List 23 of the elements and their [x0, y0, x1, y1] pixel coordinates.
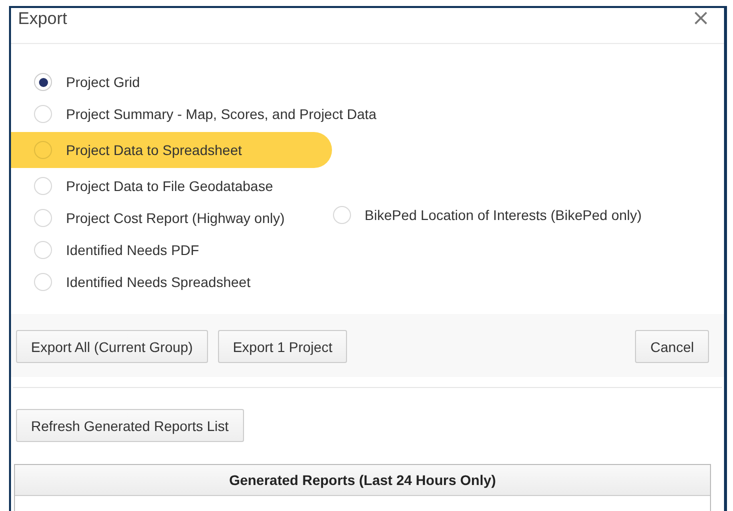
cancel-button[interactable]: Cancel [635, 330, 709, 363]
refresh-button[interactable]: Refresh Generated Reports List [16, 409, 244, 442]
option-label[interactable]: BikePed Location of Interests (BikePed only) [364, 207, 642, 223]
radio-button[interactable] [34, 241, 52, 259]
export-button[interactable]: Export All (Current Group) [16, 330, 208, 363]
radio-button[interactable] [34, 105, 52, 123]
option-label[interactable]: Project Cost Report (Highway only) [66, 210, 285, 226]
radio-button[interactable] [34, 141, 52, 159]
option-label[interactable]: Project Grid [66, 74, 140, 90]
radio-button[interactable] [34, 273, 52, 291]
option-label[interactable]: Identified Needs PDF [66, 242, 200, 258]
dialog-title: Export [18, 8, 68, 28]
option-label[interactable]: Identified Needs Spreadsheet [66, 274, 250, 290]
radio-button[interactable] [34, 73, 52, 91]
radio-button[interactable] [332, 206, 351, 224]
export-button[interactable]: Export 1 Project [218, 330, 348, 363]
close-button[interactable]: × [692, 8, 710, 30]
table-header: Generated Reports (Last 24 Hours Only) [15, 465, 710, 496]
radio-button[interactable] [34, 177, 52, 195]
option-label[interactable]: Project Summary - Map, Scores, and Project Data [66, 106, 376, 122]
radio-button[interactable] [34, 209, 52, 227]
option-label[interactable]: Project Data to Spreadsheet [66, 142, 242, 158]
option-label[interactable]: Project Data to File Geodatabase [66, 178, 274, 194]
